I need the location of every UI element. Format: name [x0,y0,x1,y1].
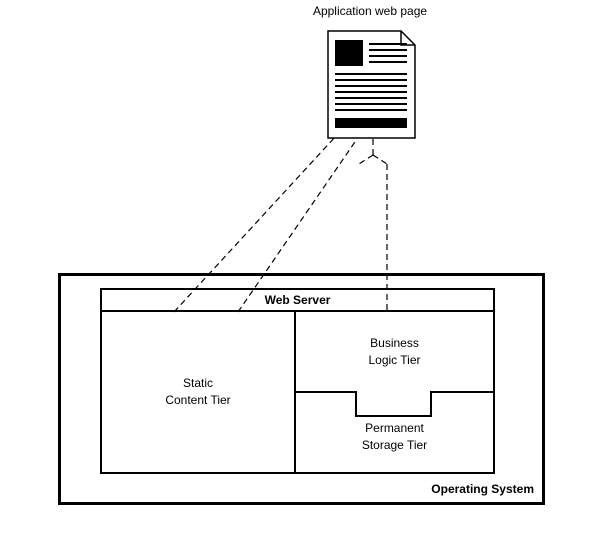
web-server-header: Web Server [102,290,493,312]
page-title: Application web page [285,4,455,18]
web-server-box: Web Server StaticContent Tier BusinessLo… [100,288,495,474]
business-logic-tier: BusinessLogic Tier [296,312,493,392]
web-server-body: StaticContent Tier BusinessLogic Tier Pe… [102,312,493,472]
permanent-storage-tier-label: PermanentStorage Tier [362,420,427,454]
operating-system-label: Operating System [431,482,534,496]
business-logic-tier-label: BusinessLogic Tier [368,335,420,369]
static-content-tier-label: StaticContent Tier [165,375,230,409]
webpage-document-icon [327,30,416,139]
permanent-storage-tier: PermanentStorage Tier [296,392,493,472]
static-content-tier: StaticContent Tier [102,312,294,472]
diagram-stage: Application web page [0,0,609,536]
